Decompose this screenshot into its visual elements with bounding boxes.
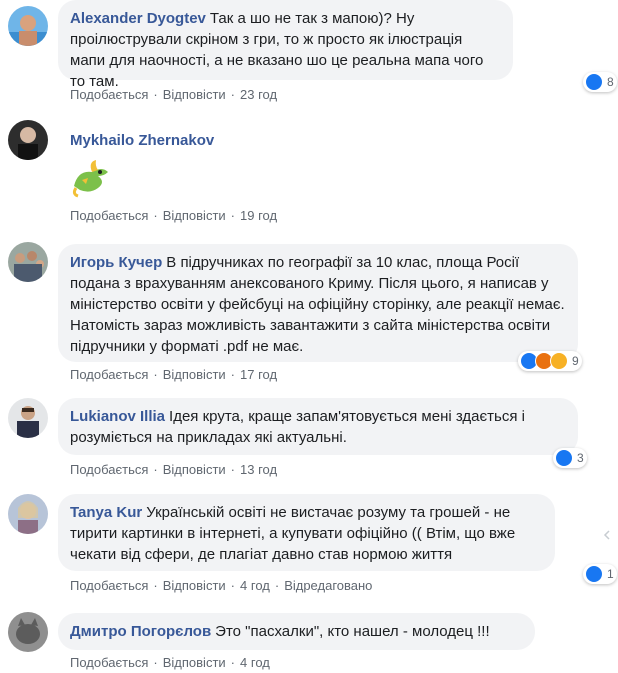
like-icon xyxy=(555,449,573,467)
like-link[interactable]: Подобається xyxy=(70,462,148,477)
like-link[interactable]: Подобається xyxy=(70,655,148,670)
dragon-sticker xyxy=(68,158,112,203)
like-icon xyxy=(585,73,603,91)
reply-link[interactable]: Відповісти xyxy=(163,87,226,102)
author-name[interactable]: Tanya Kur xyxy=(70,504,142,521)
reaction-count: 3 xyxy=(577,451,584,465)
comment-actions: Подобається · Відповісти · 19 год xyxy=(70,208,278,223)
chevron-left-icon xyxy=(603,530,610,540)
avatar[interactable] xyxy=(8,120,48,160)
edited-label[interactable]: Відредаговано xyxy=(284,578,372,593)
reply-link[interactable]: Відповісти xyxy=(163,208,226,223)
avatar[interactable] xyxy=(8,612,48,652)
like-link[interactable]: Подобається xyxy=(70,87,148,102)
comment-bubble: Дмитро Погорєлов Это "пасхалки", кто наше… xyxy=(58,613,535,650)
avatar[interactable] xyxy=(8,6,48,46)
reaction-summary[interactable]: 1 xyxy=(583,564,617,584)
author-name[interactable]: Mykhailo Zhernakov xyxy=(70,132,214,149)
reply-link[interactable]: Відповісти xyxy=(163,367,226,382)
like-link[interactable]: Подобається xyxy=(70,208,148,223)
timestamp[interactable]: 4 год xyxy=(240,655,270,670)
author-name[interactable]: Игорь Кучер xyxy=(70,254,162,271)
like-link[interactable]: Подобається xyxy=(70,578,148,593)
comment-bubble: Alexander Dyogtev Так а шо не так з мапою… xyxy=(58,0,513,90)
avatar[interactable] xyxy=(8,494,48,534)
comment-bubble: Игорь Кучер В підручниках по географії за… xyxy=(58,244,578,362)
timestamp[interactable]: 19 год xyxy=(240,208,277,223)
reply-link[interactable]: Відповісти xyxy=(163,578,226,593)
timestamp[interactable]: 4 год xyxy=(240,578,270,593)
comment-actions: Подобається · Відповісти · 23 год xyxy=(70,87,278,102)
comment-text: Это "пасхалки", кто нашел - молодец !!! xyxy=(215,623,490,640)
comment-actions: Подобається · Відповісти · 17 год xyxy=(70,367,278,382)
reaction-count: 9 xyxy=(572,354,579,368)
reaction-count: 8 xyxy=(607,75,614,89)
author-name[interactable]: Alexander Dyogtev xyxy=(70,10,206,27)
reaction-summary[interactable]: 3 xyxy=(553,448,587,468)
reaction-count: 1 xyxy=(607,567,614,581)
comment-actions: Подобається · Відповісти · 13 год xyxy=(70,462,278,477)
timestamp[interactable]: 17 год xyxy=(240,367,277,382)
comment-actions: Подобається · Відповісти · 4 год · Відредагова… xyxy=(70,578,373,593)
comment-bubble: Lukianov Illia Ідея крута, краще запам'ят… xyxy=(58,398,578,455)
comment-actions: Подобається · Відповісти · 4 год xyxy=(70,655,270,670)
timestamp[interactable]: 23 год xyxy=(240,87,277,102)
wow-icon xyxy=(550,352,568,370)
like-link[interactable]: Подобається xyxy=(70,367,148,382)
reply-link[interactable]: Відповісти xyxy=(163,462,226,477)
comment-bubble: Tanya Kur Українській освіті не вистачає … xyxy=(58,494,555,571)
author-name[interactable]: Lukianov Illia xyxy=(70,408,165,425)
author-name[interactable]: Дмитро Погорєлов xyxy=(70,623,211,640)
timestamp[interactable]: 13 год xyxy=(240,462,277,477)
avatar[interactable] xyxy=(8,398,48,438)
avatar[interactable] xyxy=(8,242,48,282)
reply-link[interactable]: Відповісти xyxy=(163,655,226,670)
like-icon xyxy=(585,565,603,583)
reaction-summary[interactable]: 8 xyxy=(583,72,617,92)
reaction-summary[interactable]: 9 xyxy=(518,351,582,371)
